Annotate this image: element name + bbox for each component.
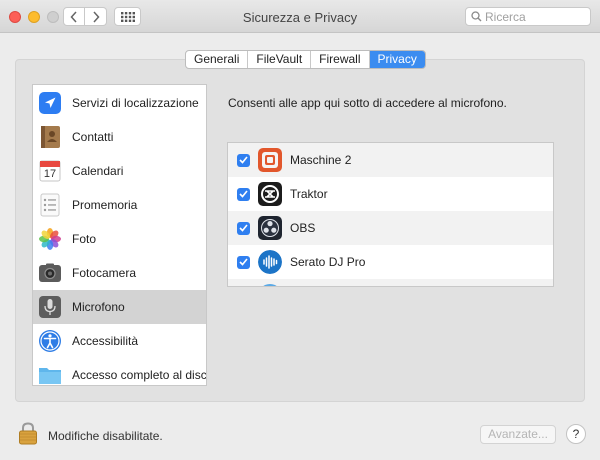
obs-icon <box>258 216 282 240</box>
lock-button[interactable] <box>18 421 38 445</box>
app-icon-partial <box>258 284 282 286</box>
checkmark-icon <box>239 258 248 266</box>
sidebar-item-microphone[interactable]: Microfono <box>33 290 206 324</box>
sidebar-item-reminders[interactable]: Promemoria <box>33 188 206 222</box>
sidebar-item-label: Fotocamera <box>72 266 137 280</box>
maschine-icon <box>258 148 282 172</box>
app-label: Traktor <box>290 187 328 201</box>
sidebar-item-label: Microfono <box>72 300 125 314</box>
sidebar-item-camera[interactable]: Fotocamera <box>33 256 206 290</box>
accessibility-icon <box>38 329 62 353</box>
sidebar-item-label: Foto <box>72 232 97 246</box>
app-label: Serato DJ Pro <box>290 255 366 269</box>
calendar-day-number: 17 <box>43 168 57 180</box>
reminders-list-icon <box>38 193 62 217</box>
list-item: Maschine 2 <box>228 143 553 177</box>
description-text: Consenti alle app qui sotto di accedere … <box>228 96 507 110</box>
tab-generali[interactable]: Generali <box>186 51 249 68</box>
lock-icon <box>19 422 37 445</box>
tab-firewall[interactable]: Firewall <box>311 51 370 68</box>
app-checkbox[interactable] <box>237 221 250 235</box>
search-placeholder: Ricerca <box>485 9 526 24</box>
app-checkbox[interactable] <box>237 255 250 269</box>
advanced-button[interactable]: Avanzate... <box>480 425 556 444</box>
sidebar-item-label: Accessibilità <box>72 334 139 348</box>
lock-status-text: Modifiche disabilitate. <box>48 429 163 443</box>
list-item: Traktor <box>228 177 553 211</box>
traktor-icon <box>258 182 282 206</box>
sidebar-item-label: Promemoria <box>72 198 138 212</box>
list-item-partial <box>228 279 553 286</box>
sidebar-item-location[interactable]: Servizi di localizzazione <box>33 86 206 120</box>
sidebar-item-calendars[interactable]: 17 Calendari <box>33 154 206 188</box>
checkmark-icon <box>239 190 248 198</box>
app-list: Maschine 2 Traktor OBS Serato DJ Pro <box>227 142 554 287</box>
sidebar-item-contacts[interactable]: Contatti <box>33 120 206 154</box>
title-bar: Sicurezza e Privacy Ricerca <box>0 0 600 33</box>
search-icon <box>471 11 482 22</box>
privacy-category-list: Servizi di localizzazione Contatti 17 Ca… <box>32 84 207 386</box>
camera-icon <box>38 261 62 285</box>
preferences-window: Sicurezza e Privacy Ricerca Generali Fil… <box>0 0 600 460</box>
sidebar-item-label: Contatti <box>72 130 114 144</box>
app-label: OBS <box>290 221 316 235</box>
checkmark-icon <box>239 156 248 164</box>
tab-bar: Generali FileVault Firewall Privacy <box>185 50 426 69</box>
list-item: OBS <box>228 211 553 245</box>
location-arrow-icon <box>38 91 62 115</box>
detail-pane: Consenti alle app qui sotto di accedere … <box>215 84 567 386</box>
photos-flower-icon <box>38 227 62 251</box>
help-button[interactable]: ? <box>566 424 586 444</box>
folder-icon <box>38 363 62 385</box>
sidebar-item-label: Servizi di localizzazione <box>72 96 199 110</box>
contacts-book-icon <box>38 125 62 149</box>
app-checkbox[interactable] <box>237 153 250 167</box>
app-label: Maschine 2 <box>290 153 352 167</box>
checkmark-icon <box>239 224 248 232</box>
sidebar-item-accessibility[interactable]: Accessibilità <box>33 324 206 358</box>
sidebar-item-photos[interactable]: Foto <box>33 222 206 256</box>
app-checkbox[interactable] <box>237 187 250 201</box>
calendar-icon: 17 <box>38 159 62 183</box>
serato-icon <box>258 250 282 274</box>
tab-privacy[interactable]: Privacy <box>369 51 425 68</box>
sidebar-item-label: Calendari <box>72 164 124 178</box>
list-item: Serato DJ Pro <box>228 245 553 279</box>
microphone-icon <box>38 295 62 319</box>
sidebar-item-full-disk-access[interactable]: Accesso completo al disco <box>33 358 207 385</box>
sidebar-item-label: Accesso completo al disco <box>72 368 207 382</box>
search-field[interactable]: Ricerca <box>465 7 591 26</box>
tab-filevault[interactable]: FileVault <box>248 51 312 68</box>
